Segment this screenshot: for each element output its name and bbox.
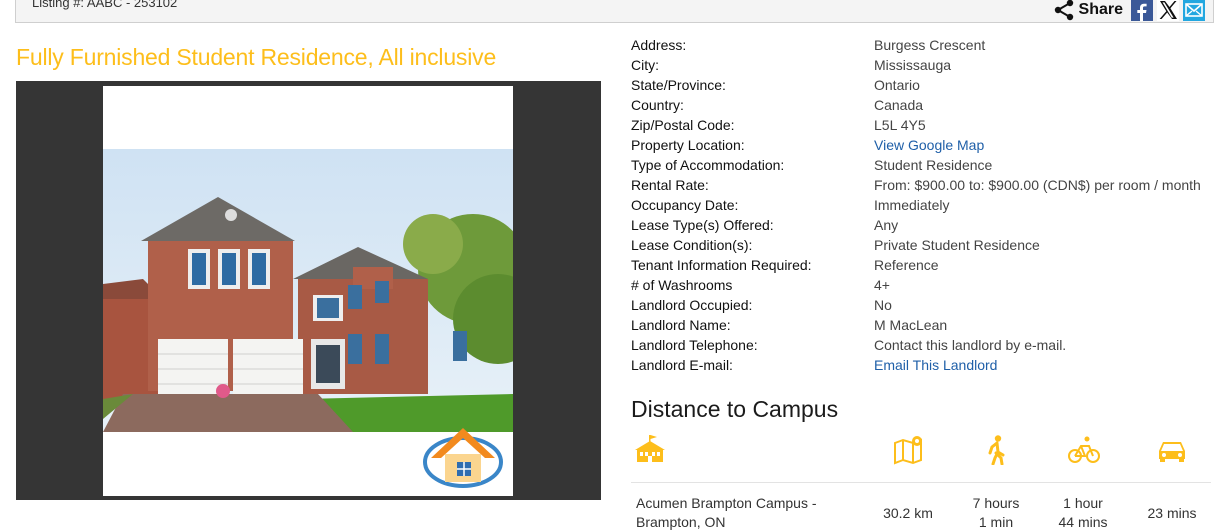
- detail-row: State/Province: Ontario: [631, 77, 1221, 97]
- detail-value: L5L 4Y5: [874, 117, 926, 133]
- detail-row: Zip/Postal Code: L5L 4Y5: [631, 117, 1221, 137]
- detail-value: Immediately: [874, 197, 950, 213]
- detail-row: Type of Accommodation: Student Residence: [631, 157, 1221, 177]
- map-icon: [894, 436, 922, 465]
- detail-label: Country:: [631, 97, 684, 113]
- detail-value: Private Student Residence: [874, 237, 1040, 253]
- detail-label: Type of Accommodation:: [631, 157, 785, 173]
- share-label[interactable]: Share: [1079, 1, 1123, 19]
- detail-label: City:: [631, 57, 659, 73]
- car-icon: [1159, 442, 1185, 462]
- property-details: Address: Burgess Crescent City: Mississauga…: [631, 37, 1221, 377]
- detail-label: Lease Condition(s):: [631, 237, 753, 253]
- detail-label: Property Location:: [631, 137, 745, 153]
- walk-time-cell: 7 hours 1 min: [960, 494, 1032, 532]
- bike-time-cell: 1 hour 44 mins: [1047, 494, 1119, 532]
- detail-row: Tenant Information Required: Reference: [631, 257, 1221, 277]
- share-icon[interactable]: [1053, 0, 1075, 21]
- bike-time-line2: 44 mins: [1058, 514, 1108, 530]
- detail-row: Lease Condition(s): Private Student Resid…: [631, 237, 1221, 257]
- detail-label: Landlord E-mail:: [631, 357, 733, 373]
- listing-title: Fully Furnished Student Residence, All i…: [16, 44, 497, 70]
- detail-label: State/Province:: [631, 77, 726, 93]
- watermark-logo: [423, 428, 503, 488]
- photo-viewer[interactable]: [16, 81, 601, 500]
- listing-header-bar: Listing #: AABC - 253102 Share: [15, 0, 1214, 23]
- detail-value: Student Residence: [874, 157, 993, 173]
- detail-label: Landlord Telephone:: [631, 337, 758, 353]
- detail-row: Landlord Occupied: No: [631, 297, 1221, 317]
- distance-title: Distance to Campus: [631, 396, 839, 422]
- walk-time-line1: 7 hours: [972, 495, 1020, 511]
- detail-value: No: [874, 297, 892, 313]
- detail-row: Address: Burgess Crescent: [631, 37, 1221, 57]
- detail-row: Lease Type(s) Offered: Any: [631, 217, 1221, 237]
- share-bar: Share: [1053, 0, 1205, 21]
- x-icon[interactable]: [1157, 0, 1179, 21]
- detail-value: M MacLean: [874, 317, 948, 333]
- detail-row: Property Location: View Google Map: [631, 137, 1221, 157]
- detail-row: Landlord E-mail: Email This Landlord: [631, 357, 1221, 377]
- detail-label: Address:: [631, 37, 687, 53]
- email-landlord-link[interactable]: Email This Landlord: [874, 357, 997, 373]
- detail-value: Reference: [874, 257, 939, 273]
- campus-name-line1: Acumen Brampton Campus -: [636, 495, 817, 511]
- detail-label: Occupancy Date:: [631, 197, 739, 213]
- table-divider: [631, 482, 1211, 483]
- detail-row: # of Washrooms 4+: [631, 277, 1221, 297]
- detail-value: Mississauga: [874, 57, 952, 73]
- photo-canvas: [103, 86, 513, 496]
- facebook-icon[interactable]: [1131, 0, 1153, 21]
- detail-row: City: Mississauga: [631, 57, 1221, 77]
- detail-row: Rental Rate: From: $900.00 to: $900.00 (C…: [631, 177, 1221, 197]
- detail-label: Zip/Postal Code:: [631, 117, 735, 133]
- detail-label: # of Washrooms: [631, 277, 733, 293]
- campus-name-line2: Brampton, ON: [636, 514, 726, 530]
- detail-label: Landlord Occupied:: [631, 297, 753, 313]
- detail-value: Burgess Crescent: [874, 37, 986, 53]
- email-icon[interactable]: [1183, 0, 1205, 21]
- detail-value: From: $900.00 to: $900.00 (CDN$) per roo…: [874, 177, 1201, 193]
- detail-row: Country: Canada: [631, 97, 1221, 117]
- campus-name-cell[interactable]: Acumen Brampton Campus - Brampton, ON: [636, 494, 817, 532]
- detail-value: Ontario: [874, 77, 920, 93]
- bicycle-icon: [1068, 436, 1100, 463]
- detail-label: Tenant Information Required:: [631, 257, 812, 273]
- bike-time-line1: 1 hour: [1063, 495, 1103, 511]
- detail-row: Landlord Name: M MacLean: [631, 317, 1221, 337]
- walking-icon: [988, 435, 1005, 465]
- detail-value: Any: [874, 217, 899, 233]
- detail-value: Canada: [874, 97, 924, 113]
- google-map-link[interactable]: View Google Map: [874, 137, 984, 153]
- distance-cell: 30.2 km: [883, 505, 933, 521]
- campus-icon: [635, 435, 665, 462]
- detail-value: Contact this landlord by e-mail.: [874, 337, 1067, 353]
- detail-label: Lease Type(s) Offered:: [631, 217, 774, 233]
- walk-time-line2: 1 min: [978, 514, 1014, 530]
- listing-number: Listing #: AABC - 253102: [32, 0, 178, 10]
- detail-row: Occupancy Date: Immediately: [631, 197, 1221, 217]
- car-time-cell: 23 mins: [1147, 505, 1197, 521]
- detail-row: Landlord Telephone: Contact this landlord…: [631, 337, 1221, 357]
- house-photo[interactable]: [103, 149, 513, 432]
- detail-value: 4+: [874, 277, 890, 293]
- detail-label: Landlord Name:: [631, 317, 731, 333]
- detail-label: Rental Rate:: [631, 177, 709, 193]
